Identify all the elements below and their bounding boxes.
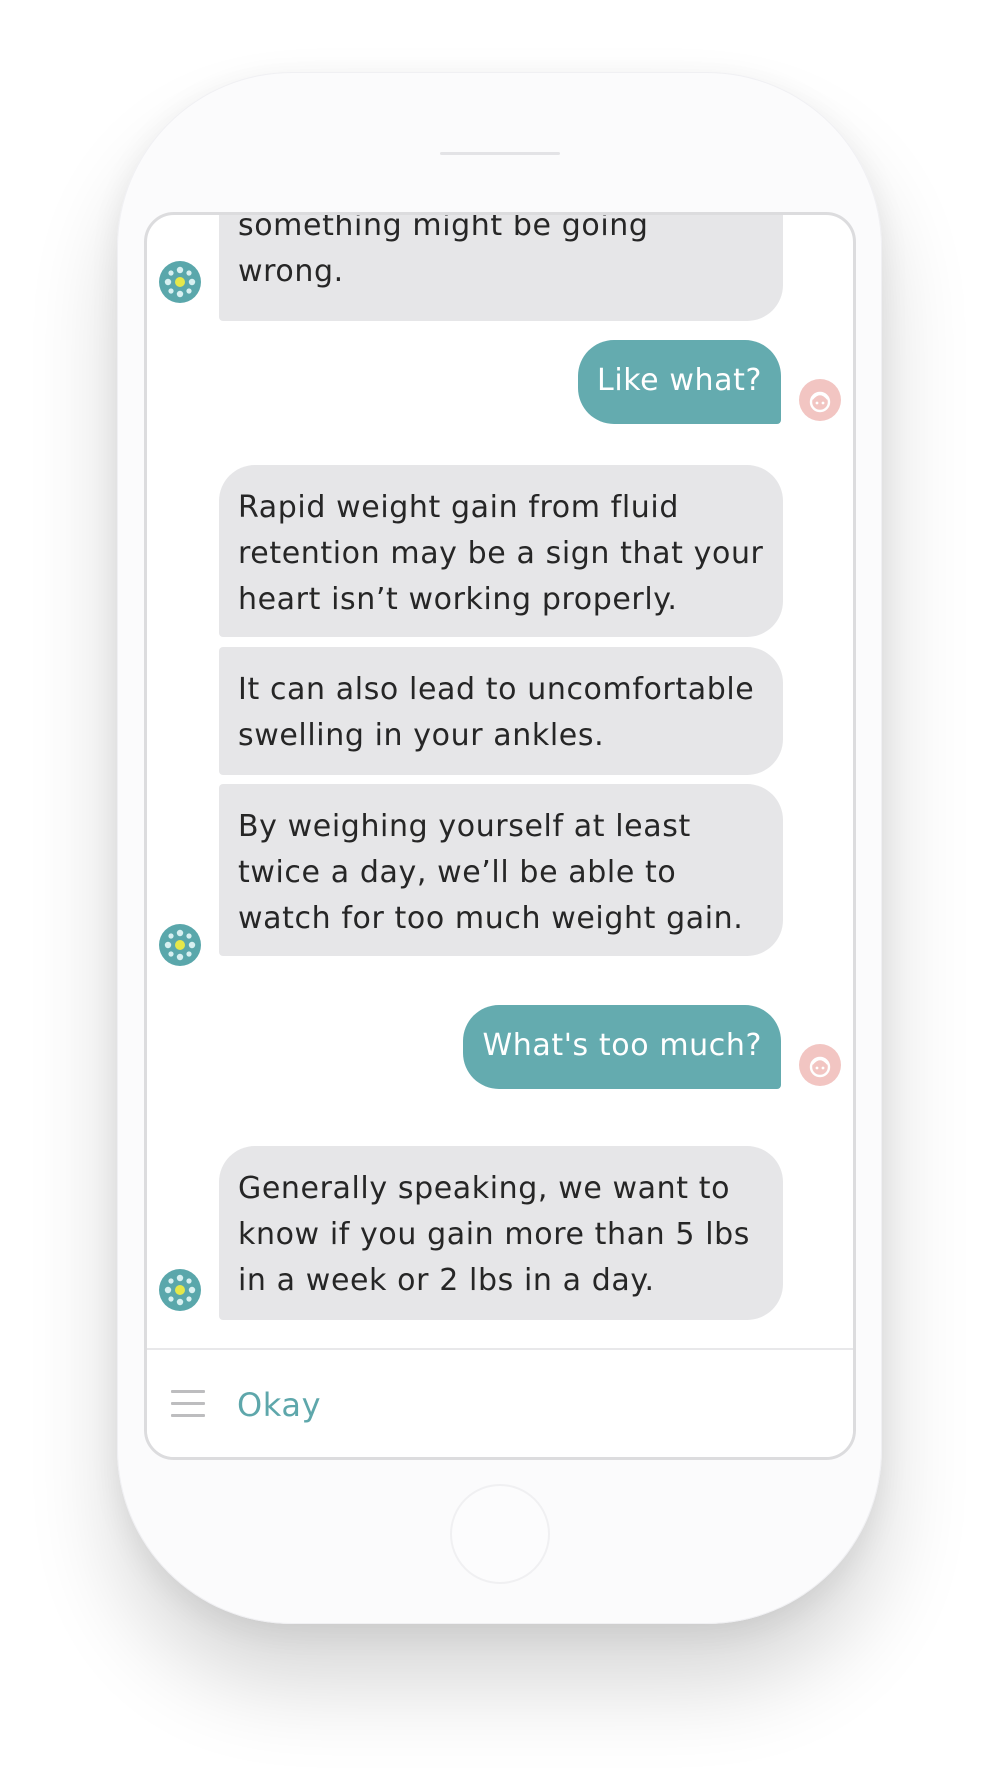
chat-screen: something might be going wrong. Like wha… (144, 212, 856, 1460)
bot-message: Rapid weight gain from fluid retention m… (219, 465, 783, 637)
bot-avatar-icon (159, 924, 201, 966)
hamburger-menu-icon[interactable] (171, 1390, 205, 1418)
bot-avatar-icon (159, 261, 201, 303)
composer-bar: Okay (147, 1348, 853, 1457)
user-avatar-icon (799, 379, 841, 421)
bot-message: something might be going wrong. (219, 215, 783, 321)
user-message: Like what? (578, 340, 781, 424)
bot-avatar-icon (159, 1269, 201, 1311)
bot-message: Generally speaking, we want to know if y… (219, 1146, 783, 1320)
user-avatar-icon (799, 1044, 841, 1086)
quick-reply-okay-button[interactable]: Okay (237, 1380, 321, 1430)
bot-message: It can also lead to uncomfortable swelli… (219, 647, 783, 775)
home-button[interactable] (450, 1484, 550, 1584)
phone-speaker (440, 152, 560, 155)
bot-message: By weighing yourself at least twice a da… (219, 784, 783, 956)
user-message: What's too much? (463, 1005, 781, 1089)
